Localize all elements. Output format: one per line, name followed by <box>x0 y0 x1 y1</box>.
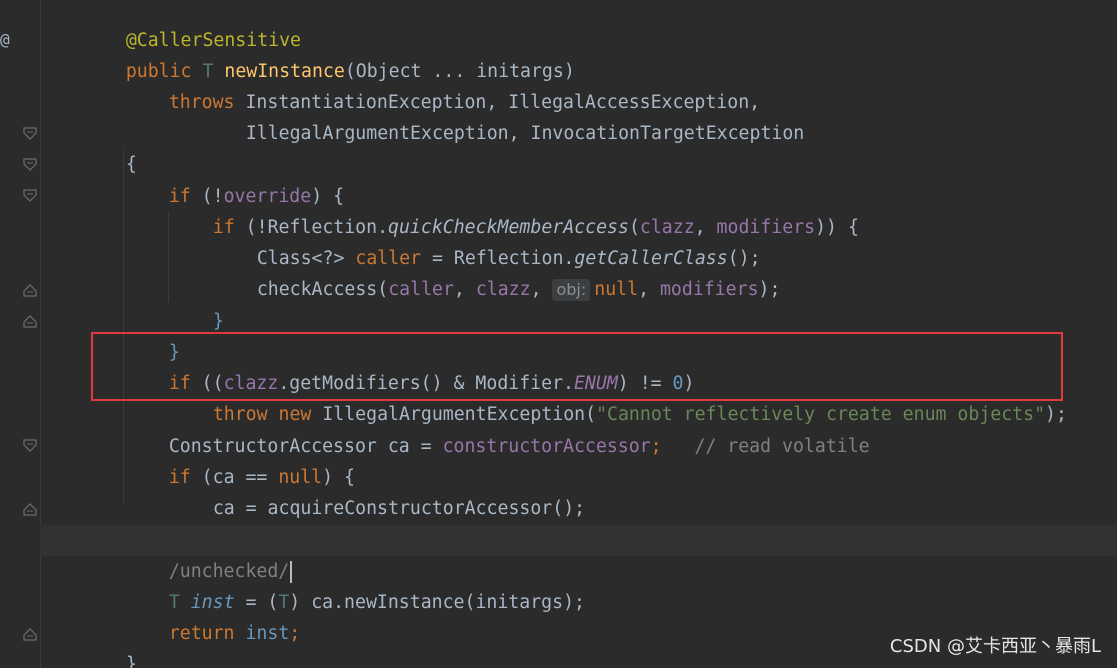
code-line-method-close[interactable]: } <box>82 618 137 668</box>
code-line-close-brace-inner[interactable]: } <box>169 275 224 332</box>
fold-open-icon[interactable] <box>23 439 37 453</box>
parameter-hint: obj: <box>552 279 591 301</box>
code-line-signature[interactable]: public T newInstance(Object ... initargs… <box>82 25 575 82</box>
fold-open-icon[interactable] <box>23 189 37 203</box>
code-line-throws[interactable]: throws InstantiationException, IllegalAc… <box>125 56 760 113</box>
code-line-open-brace[interactable]: { <box>82 118 137 175</box>
indent-guide <box>123 462 124 502</box>
code-line-if-reflection[interactable]: if (!Reflection.quickCheckMemberAccess(c… <box>169 181 859 238</box>
code-line-if-override[interactable]: if (!override) { <box>125 150 344 207</box>
code-line-inst-decl[interactable]: T inst = (T) ca.newInstance(initargs); <box>125 556 585 613</box>
code-line-annotation[interactable]: @CallerSensitive <box>82 0 301 51</box>
code-line-unchecked-current[interactable]: /unchecked/ <box>40 525 1117 583</box>
code-editor[interactable]: @ @CallerSensitive public T newInstance(… <box>0 0 1117 668</box>
code-line-ctor-accessor[interactable]: ConstructorAccessor ca = constructorAcce… <box>125 400 870 457</box>
indent-guide <box>123 150 124 495</box>
fold-open-icon[interactable] <box>23 158 37 172</box>
fold-close-icon[interactable] <box>23 627 37 641</box>
override-marker-icon[interactable]: @ <box>0 30 10 49</box>
code-line-caller-decl[interactable]: Class<?> caller = Reflection.getCallerCl… <box>213 212 761 269</box>
fold-close-icon[interactable] <box>23 502 37 516</box>
code-line-return[interactable]: return inst; <box>125 587 300 644</box>
code-line-close-brace-ca[interactable]: } <box>125 493 180 550</box>
fold-open-icon[interactable] <box>23 127 37 141</box>
code-line-ca-assign[interactable]: ca = acquireConstructorAccessor(); <box>169 462 585 519</box>
fold-close-icon[interactable] <box>23 283 37 297</box>
code-line-throws-cont[interactable]: IllegalArgumentException, InvocationTarg… <box>202 87 804 144</box>
editor-gutter: @ <box>0 0 41 668</box>
code-line-if-ca-null[interactable]: if (ca == null) { <box>125 431 355 488</box>
fold-close-icon[interactable] <box>23 314 37 328</box>
highlight-box <box>91 332 1063 401</box>
code-line-check-access[interactable]: checkAccess(caller, clazz, obj: null, mod… <box>213 243 780 301</box>
watermark-text: CSDN @艾卡西亚丶暴雨L <box>889 636 1101 657</box>
